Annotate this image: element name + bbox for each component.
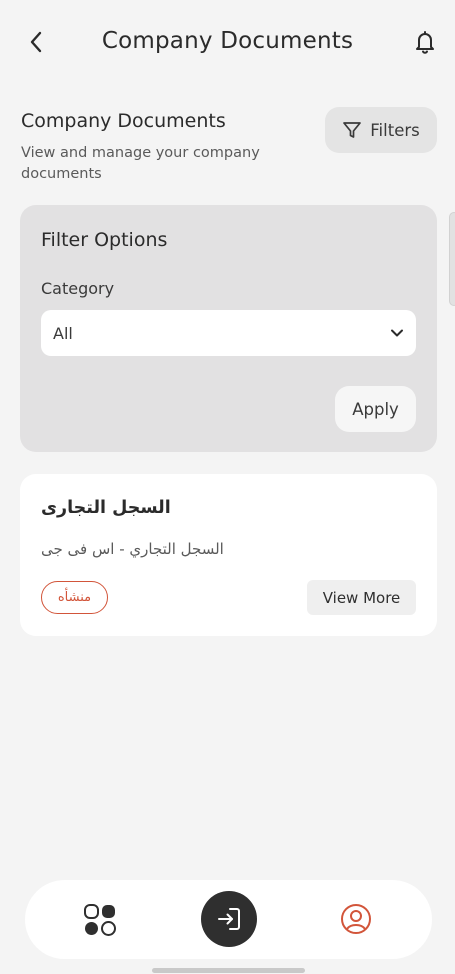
filter-panel-title: Filter Options	[41, 229, 168, 251]
section-title: Company Documents	[21, 110, 226, 132]
section-subtitle: View and manage your company documents	[21, 145, 260, 182]
chevron-down-icon	[391, 329, 403, 337]
status-badge: منشأه	[41, 581, 108, 614]
page-title: Company Documents	[101, 28, 354, 54]
filters-button-label: Filters	[370, 120, 420, 140]
notifications-button[interactable]	[411, 28, 439, 56]
category-label: Category	[41, 279, 115, 298]
apps-grid-icon	[84, 904, 116, 936]
filter-options-panel: Filter Options Category All Apply	[20, 205, 437, 452]
bell-icon	[416, 31, 434, 54]
nav-apps-button[interactable]	[81, 901, 119, 939]
view-more-button[interactable]: View More	[307, 580, 416, 615]
document-title: السجل التجارى	[41, 498, 171, 518]
filter-funnel-icon	[343, 122, 362, 138]
app-screen: Company Documents Company Documents View…	[0, 0, 455, 974]
category-select[interactable]: All	[41, 310, 416, 356]
bottom-navigation	[25, 880, 432, 959]
document-subtitle: السجل التجاري - اس فى جى	[41, 540, 224, 558]
nav-profile-button[interactable]	[340, 903, 372, 935]
top-app-bar: Company Documents	[0, 0, 455, 86]
apply-button[interactable]: Apply	[335, 386, 416, 432]
category-selected-value: All	[53, 323, 73, 343]
login-icon	[218, 908, 240, 930]
filters-button[interactable]: Filters	[325, 107, 437, 153]
side-scroll-handle[interactable]	[449, 212, 455, 306]
profile-icon	[341, 904, 371, 934]
nav-login-button[interactable]	[201, 891, 257, 947]
document-card: السجل التجارى السجل التجاري - اس فى جى م…	[20, 474, 437, 636]
home-indicator	[152, 968, 305, 973]
